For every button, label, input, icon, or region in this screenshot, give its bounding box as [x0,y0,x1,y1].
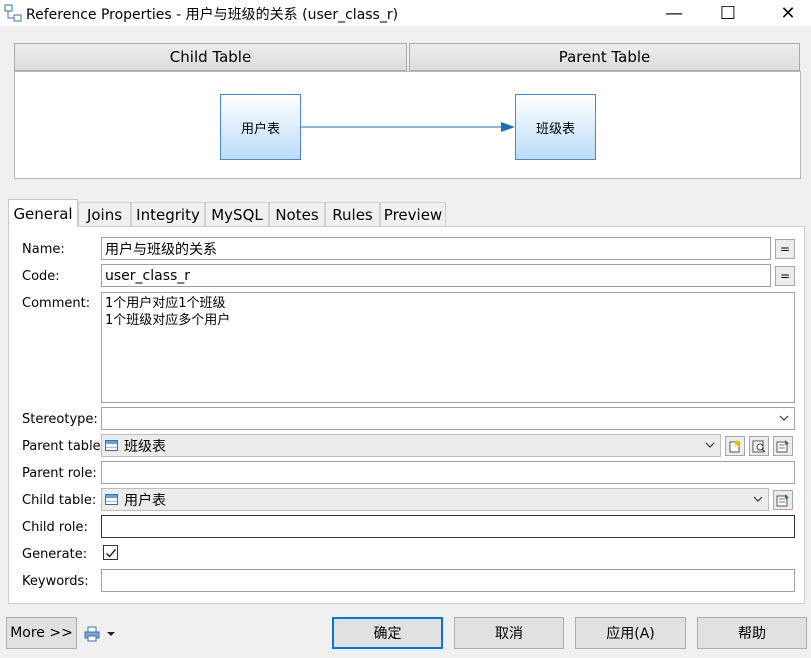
generate-checkbox[interactable] [103,545,118,560]
find-icon [752,440,766,453]
name-label: Name: [22,242,65,257]
chevron-down-icon [753,496,763,502]
properties-icon [776,494,789,507]
window-title: Reference Properties - 用户与班级的关系 (user_cl… [26,7,399,23]
child-table-properties-button[interactable] [773,490,793,510]
reference-arrow [301,122,515,132]
child-table-select[interactable]: 用户表 [101,488,769,511]
minimize-button[interactable]: — [651,0,697,26]
general-panel: Name: 用户与班级的关系 = Code: user_class_r = Co… [8,226,805,604]
child-table-value: 用户表 [124,492,166,509]
stereotype-label: Stereotype: [22,412,98,427]
keywords-input[interactable] [101,569,795,592]
stereotype-select[interactable] [101,407,795,430]
maximize-button[interactable]: ☐ [705,0,751,26]
tab-general[interactable]: General [8,199,78,227]
generate-label: Generate: [22,547,88,562]
child-table-label: Child table: [22,493,97,508]
tab-preview[interactable]: Preview [380,202,446,226]
tab-notes[interactable]: Notes [269,202,325,226]
print-menu-button[interactable] [84,625,118,643]
checkmark-icon [105,548,116,558]
caret-down-icon [107,632,115,636]
parent-table-header[interactable]: Parent Table [409,43,800,71]
tab-joins[interactable]: Joins [78,202,131,226]
properties-icon [776,440,789,453]
new-icon [729,439,741,453]
cancel-button[interactable]: 取消 [454,617,564,649]
comment-label: Comment: [22,296,91,311]
ok-button[interactable]: 确定 [332,617,443,649]
parent-table-properties-button[interactable] [773,436,793,456]
parent-table-value: 班级表 [124,438,166,455]
chevron-down-icon [705,442,715,448]
table-icon [105,494,118,505]
title-bar: Reference Properties - 用户与班级的关系 (user_cl… [0,0,811,26]
parent-table-box[interactable]: 班级表 [515,94,596,160]
code-label: Code: [22,269,60,284]
parent-role-label: Parent role: [22,466,97,481]
create-parent-table-button[interactable] [725,436,745,456]
child-table-box[interactable]: 用户表 [220,94,301,160]
chevron-down-icon [779,415,789,421]
child-role-input[interactable] [101,515,795,538]
parent-table-label: Parent table: [22,439,106,454]
child-role-label: Child role: [22,520,88,535]
comment-line-2: 1个班级对应多个用户 [105,313,231,328]
apply-button[interactable]: 应用(A) [575,617,686,649]
child-table-header[interactable]: Child Table [14,43,407,71]
select-parent-table-button[interactable] [749,436,769,456]
keywords-label: Keywords: [22,574,89,589]
name-equals-button[interactable]: = [775,239,795,259]
name-input[interactable]: 用户与班级的关系 [101,237,771,260]
code-equals-button[interactable]: = [775,266,795,286]
parent-table-select[interactable]: 班级表 [101,434,721,457]
reference-diagram: 用户表 班级表 [14,71,801,179]
tab-rules[interactable]: Rules [325,202,380,226]
more-button[interactable]: More >> [6,617,77,649]
table-icon [105,440,118,451]
comment-line-1: 1个用户对应1个班级 [105,296,226,311]
reference-icon [4,4,22,22]
code-input[interactable]: user_class_r [101,264,771,287]
parent-role-input[interactable] [101,461,795,484]
tab-integrity[interactable]: Integrity [131,202,205,226]
help-button[interactable]: 帮助 [697,617,807,649]
printer-icon [84,626,100,642]
tab-mysql[interactable]: MySQL [205,202,269,226]
comment-textarea[interactable]: 1个用户对应1个班级 1个班级对应多个用户 [101,292,795,403]
close-button[interactable]: ✕ [765,0,811,26]
